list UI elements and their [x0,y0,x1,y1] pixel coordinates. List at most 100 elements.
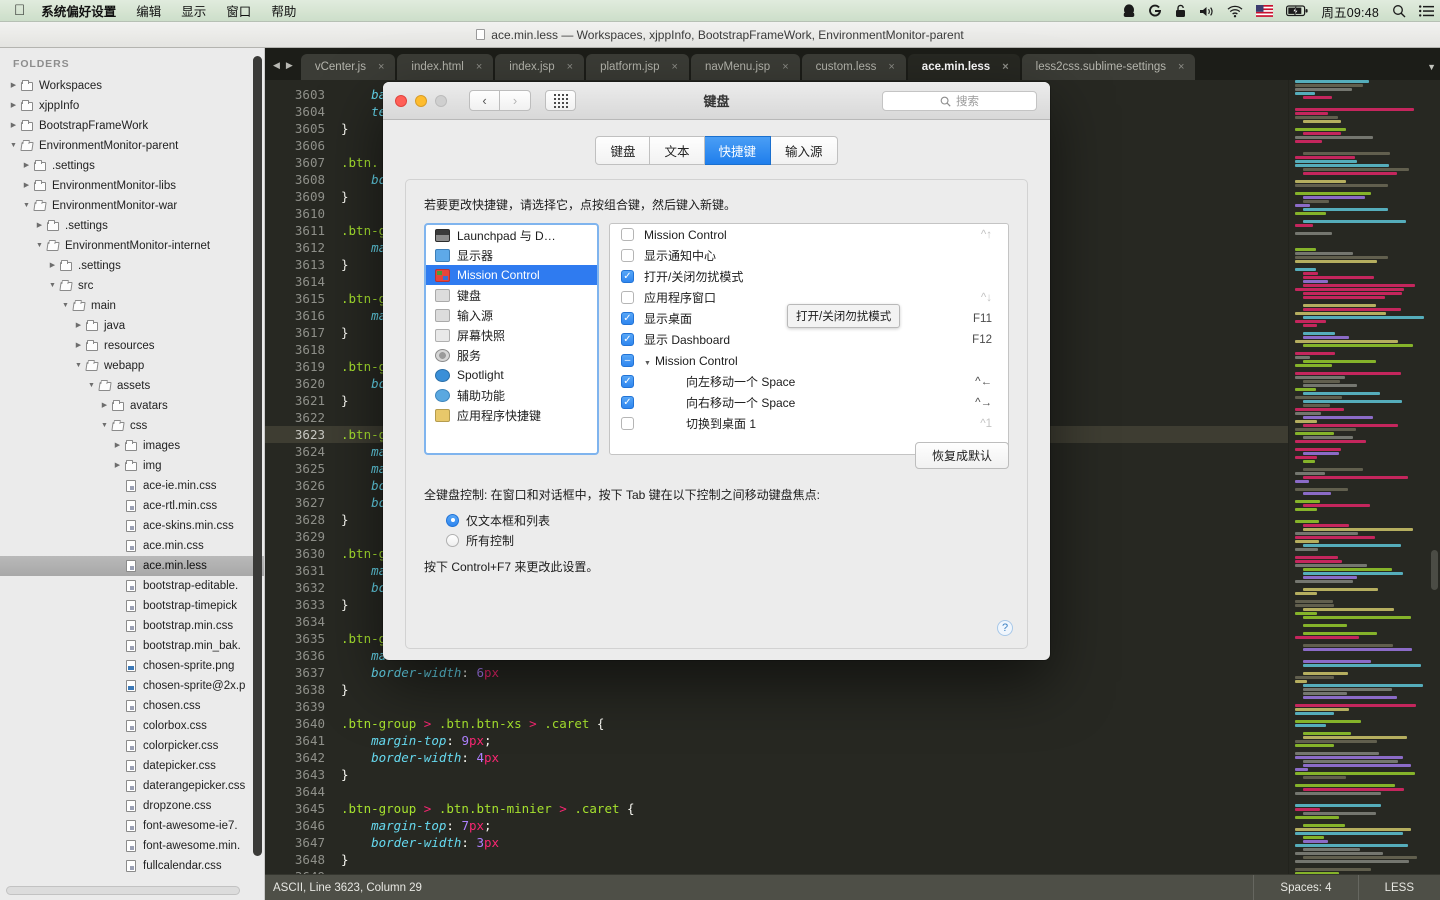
code-line[interactable]: } [337,766,1288,783]
shortcut-checkbox[interactable] [621,291,634,304]
shortcut-row[interactable]: Mission Control ^↑ [610,224,1008,245]
sidebar-folder-row[interactable]: ▶ Workspaces [0,76,264,96]
shortcut-checkbox[interactable]: ✓ [621,270,634,283]
shortcut-checkbox[interactable] [621,417,634,430]
shortcut-category-item[interactable]: 服务 [426,345,597,365]
sysprefs-tab[interactable]: 键盘 [595,136,651,165]
chevron-right-icon[interactable]: ▶ [8,96,19,116]
shortcut-checkbox[interactable]: – [621,354,634,367]
code-line[interactable] [337,698,1288,715]
sidebar-file-row[interactable]: ▶datepicker.css [0,756,264,776]
menu-item-help[interactable]: 帮助 [271,1,296,20]
wifi-icon[interactable] [1227,0,1243,22]
code-line[interactable]: .btn-group > .btn.btn-xs > .caret { [337,715,1288,732]
chevron-right-icon[interactable]: ▶ [8,76,19,96]
shortcut-row[interactable]: 显示通知中心 [610,245,1008,266]
full-keyboard-access-radios[interactable]: 仅文本框和列表 所有控制 [424,510,1009,550]
shortcut-checkbox[interactable]: ✓ [621,375,634,388]
code-line[interactable]: .btn-group > .btn.btn-minier > .caret { [337,800,1288,817]
sysprefs-tab-group[interactable]: 键盘 文本 快捷键 输入源 [405,136,1028,165]
shortcut-category-list[interactable]: Launchpad 与 D… 显示器 Mission Control 键盘 输入源 屏幕快… [424,223,599,455]
chevron-down-icon[interactable]: ▼ [47,276,58,296]
sidebar-folder-row[interactable]: ▼ css [0,416,264,436]
shortcut-row[interactable]: 切换到桌面 1 ^1 [610,413,1008,434]
shortcut-row[interactable]: ✓ 显示 Dashboard F12 [610,329,1008,350]
shortcut-checkbox[interactable]: ✓ [621,333,634,346]
sidebar-file-row[interactable]: ▶bootstrap.min_bak. [0,636,264,656]
sysprefs-search-field[interactable]: 搜索 [882,91,1037,111]
sidebar-folder-row[interactable]: ▶ java [0,316,264,336]
menu-item-view[interactable]: 显示 [181,1,206,20]
chevron-down-icon[interactable]: ▼ [60,296,71,316]
chevron-right-icon[interactable]: ▶ [73,316,84,336]
chevron-right-icon[interactable]: ▶ [34,216,45,236]
sidebar-folder-row[interactable]: ▶ img [0,456,264,476]
code-line[interactable]: border-width: 4px [337,749,1288,766]
sidebar-folder-row[interactable]: ▶ BootstrapFrameWork [0,116,264,136]
shortcut-checkbox[interactable]: ✓ [621,396,634,409]
shortcut-row[interactable]: ✓ 向右移动一个 Space ^→ [610,392,1008,413]
tab-close-icon[interactable]: × [567,61,573,73]
editor-tab[interactable]: less2css.sublime-settings × [1021,54,1196,80]
system-preferences-keyboard-window[interactable]: ‹ › 键盘 搜索 键盘 文本 快捷键 输入源 若要更改快捷键，请选择它，点按组合键，… [383,82,1050,660]
shortcut-row[interactable]: – ▼ Mission Control [610,350,1008,371]
chevron-down-icon[interactable]: ▼ [21,196,32,216]
editor-tab[interactable]: platform.jsp × [586,54,689,80]
editor-tab[interactable]: navMenu.jsp × [690,54,800,80]
chevron-down-icon[interactable]: ▼ [73,356,84,376]
code-line[interactable]: margin-top: 7px; [337,817,1288,834]
qq-penguin-icon[interactable] [1123,0,1135,22]
sidebar-file-row[interactable]: ▶bootstrap.min.css [0,616,264,636]
sysprefs-tab[interactable]: 输入源 [771,136,838,165]
editor-tab[interactable]: index.html × [397,54,494,80]
status-indentation[interactable]: Spaces: 4 [1253,874,1357,900]
sidebar-folder-row[interactable]: ▶ EnvironmentMonitor-libs [0,176,264,196]
sidebar-file-row[interactable]: ▶fullcalendar.css [0,856,264,876]
navigation-buttons[interactable]: ‹ › [469,90,531,111]
sysprefs-tab[interactable]: 快捷键 [704,136,772,165]
code-line[interactable]: } [337,851,1288,868]
restore-defaults-button[interactable]: 恢复成默认 [914,442,1009,469]
code-line[interactable]: border-width: 6px [337,664,1288,681]
show-all-button[interactable] [545,90,576,111]
chevron-right-icon[interactable]: ▶ [21,156,32,176]
radio-button[interactable] [446,533,459,547]
code-line[interactable] [337,783,1288,800]
shortcut-category-item[interactable]: Spotlight [426,365,597,385]
sidebar-horizontal-scrollbar[interactable] [6,886,240,895]
sidebar-folder-row[interactable]: ▶ xjppInfo [0,96,264,116]
tab-nav-arrows[interactable]: ◀ ▶ [267,60,301,80]
sidebar-folder-row[interactable]: ▼ EnvironmentMonitor-parent [0,136,264,156]
sidebar-folder-row[interactable]: ▶ .settings [0,216,264,236]
sidebar-folder-row[interactable]: ▼ EnvironmentMonitor-war [0,196,264,216]
status-syntax[interactable]: LESS [1357,874,1440,900]
us-flag-icon[interactable] [1256,0,1274,22]
sidebar-folder-row[interactable]: ▶ images [0,436,264,456]
chevron-right-icon[interactable]: ▶ [21,176,32,196]
sidebar-folder-row[interactable]: ▼ assets [0,376,264,396]
sidebar-folder-row[interactable]: ▼ main [0,296,264,316]
sidebar-folder-row[interactable]: ▼ src [0,276,264,296]
tab-close-icon[interactable]: × [476,61,482,73]
shortcut-category-item[interactable]: 屏幕快照 [426,325,597,345]
sidebar-file-row[interactable]: ▶ace.min.less [0,556,264,576]
chevron-down-icon[interactable]: ▼ [99,416,110,436]
sidebar-vertical-scrollbar[interactable] [253,56,262,856]
sidebar-file-row[interactable]: ▶ace.min.css [0,536,264,556]
chevron-right-icon[interactable]: ▶ [8,116,19,136]
sidebar-folder-row[interactable]: ▼ webapp [0,356,264,376]
tab-close-icon[interactable]: × [672,61,678,73]
sidebar-file-row[interactable]: ▶chosen.css [0,696,264,716]
back-button[interactable]: ‹ [469,90,500,111]
close-button[interactable] [395,94,407,107]
tab-close-icon[interactable]: × [782,61,788,73]
code-line[interactable] [337,868,1288,874]
spotlight-search-icon[interactable] [1392,0,1406,22]
code-line[interactable]: border-width: 3px [337,834,1288,851]
lock-icon[interactable] [1175,0,1186,22]
chevron-right-icon[interactable]: ▶ [112,456,123,476]
minimize-button[interactable] [415,94,427,107]
editor-tab-active[interactable]: ace.min.less × [907,54,1020,80]
tab-close-icon[interactable]: × [1002,61,1008,73]
chevron-right-icon[interactable]: ▶ [99,396,110,416]
